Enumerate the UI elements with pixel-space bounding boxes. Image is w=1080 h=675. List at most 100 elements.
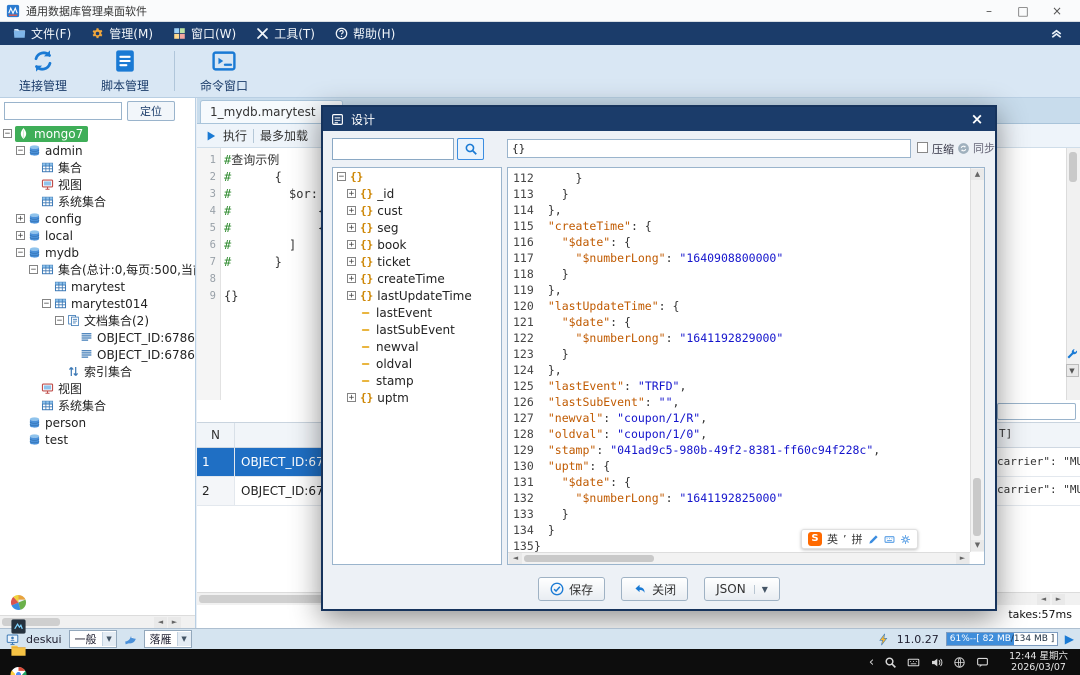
- json-editor-panel[interactable]: 112 } 113 } 114 }, 115 "createTime": {116 "…: [507, 167, 985, 565]
- field-node[interactable]: −{}: [333, 168, 501, 185]
- tree-node[interactable]: − admin: [0, 142, 195, 159]
- tray-volume-icon[interactable]: [930, 656, 943, 669]
- field-node[interactable]: lastEvent: [333, 304, 501, 321]
- scrollbar-thumb[interactable]: [1069, 152, 1077, 182]
- tray-network-icon[interactable]: [953, 656, 966, 669]
- json-editor-content[interactable]: 112 } 113 } 114 }, 115 "createTime": {116 "…: [508, 170, 970, 552]
- json-vertical-scrollbar[interactable]: [970, 168, 984, 552]
- tray-expand-icon[interactable]: [869, 655, 874, 670]
- ime-toolbar[interactable]: S 英 ’ 拼: [801, 529, 918, 549]
- result-filter-input[interactable]: [997, 403, 1076, 420]
- dialog-title-bar[interactable]: 设计 ×: [323, 107, 995, 131]
- collapse-ribbon-icon[interactable]: [1049, 26, 1064, 41]
- scroll-down-button[interactable]: [971, 540, 984, 551]
- ime-pinyin-indicator[interactable]: 拼: [852, 531, 863, 547]
- expand-icon[interactable]: +: [347, 291, 356, 301]
- save-button[interactable]: 保存: [538, 577, 606, 601]
- tree-node[interactable]: − mongo7: [0, 125, 195, 142]
- tree-collapse-icon[interactable]: −: [55, 316, 64, 326]
- expand-icon[interactable]: +: [347, 257, 356, 267]
- collapse-icon[interactable]: −: [337, 172, 346, 182]
- execute-button[interactable]: 执行: [223, 127, 247, 144]
- tree-expand-icon[interactable]: +: [16, 214, 25, 224]
- tree-node[interactable]: − marytest014: [0, 295, 195, 312]
- taskbar-clock[interactable]: 12:44 星期六 2026/03/07: [999, 651, 1076, 673]
- field-node[interactable]: + {} uptm: [333, 389, 501, 406]
- tree-node[interactable]: 系统集合: [0, 193, 195, 210]
- json-horizontal-scrollbar[interactable]: [508, 552, 970, 564]
- tray-search-icon[interactable]: [884, 656, 897, 669]
- scroll-left-button[interactable]: [1037, 594, 1050, 605]
- expand-icon[interactable]: +: [347, 393, 356, 403]
- column-header-n[interactable]: N: [197, 423, 235, 447]
- tree-node[interactable]: − 文档集合(2): [0, 312, 195, 329]
- taskbar-icon-chrome[interactable]: [5, 662, 31, 675]
- field-node[interactable]: + {} book: [333, 236, 501, 253]
- keyboard-icon[interactable]: [884, 534, 895, 545]
- toolbar-button-3[interactable]: 命令窗口: [191, 48, 257, 94]
- tree-node[interactable]: 视图: [0, 380, 195, 397]
- maximize-button[interactable]: □: [1016, 4, 1030, 18]
- scroll-right-button[interactable]: [168, 617, 181, 628]
- tree-node[interactable]: 系统集合: [0, 397, 195, 414]
- wrench-icon[interactable]: [1066, 348, 1078, 360]
- tree-node[interactable]: 集合: [0, 159, 195, 176]
- menu-item-folder[interactable]: 文件(F): [4, 23, 80, 44]
- tree-node[interactable]: OBJECT_ID:67862310: [0, 346, 195, 363]
- field-node[interactable]: oldval: [333, 355, 501, 372]
- tree-collapse-icon[interactable]: −: [16, 146, 25, 156]
- tree-collapse-icon[interactable]: −: [3, 129, 12, 139]
- json-path-field[interactable]: {}: [507, 139, 911, 158]
- menu-item-window[interactable]: 窗口(W): [164, 23, 245, 44]
- sidebar-search-input[interactable]: [4, 102, 122, 120]
- dialog-close-button[interactable]: ×: [967, 110, 987, 128]
- field-node[interactable]: + {} createTime: [333, 270, 501, 287]
- tree-node[interactable]: person: [0, 414, 195, 431]
- tray-notification-icon[interactable]: [976, 656, 989, 669]
- pen-icon[interactable]: [868, 534, 879, 545]
- menu-item-help[interactable]: 帮助(H): [326, 23, 404, 44]
- minimize-button[interactable]: –: [982, 4, 996, 18]
- more-dropdown-button[interactable]: [1065, 364, 1079, 377]
- expand-icon[interactable]: +: [347, 240, 356, 250]
- chevron-down-icon[interactable]: [101, 632, 116, 646]
- tree-collapse-icon[interactable]: −: [16, 248, 25, 258]
- expand-icon[interactable]: +: [347, 206, 356, 216]
- field-node[interactable]: newval: [333, 338, 501, 355]
- format-dropdown[interactable]: JSON: [704, 577, 780, 601]
- expand-icon[interactable]: +: [347, 223, 356, 233]
- ime-english-indicator[interactable]: 英: [827, 531, 838, 547]
- field-node[interactable]: + {} cust: [333, 202, 501, 219]
- menu-item-gear[interactable]: 管理(M): [82, 23, 162, 44]
- tree-expand-icon[interactable]: +: [16, 231, 25, 241]
- taskbar-icon-start[interactable]: [5, 590, 31, 614]
- field-node[interactable]: + {} lastUpdateTime: [333, 287, 501, 304]
- field-node[interactable]: + {} ticket: [333, 253, 501, 270]
- toolbar-button-1[interactable]: 连接管理: [10, 48, 76, 94]
- compress-checkbox[interactable]: [917, 142, 928, 153]
- tree-node[interactable]: + config: [0, 210, 195, 227]
- locate-button[interactable]: 定位: [127, 101, 175, 121]
- chevron-down-icon[interactable]: [753, 584, 768, 594]
- run-status-icon[interactable]: ▶: [1065, 632, 1074, 646]
- scrollbar-thumb[interactable]: [973, 478, 981, 536]
- tree-node[interactable]: + local: [0, 227, 195, 244]
- tree-collapse-icon[interactable]: −: [42, 299, 51, 309]
- field-node[interactable]: lastSubEvent: [333, 321, 501, 338]
- tree-node[interactable]: − mydb: [0, 244, 195, 261]
- close-dialog-button[interactable]: 关闭: [621, 577, 689, 601]
- taskbar-icon-darkapp[interactable]: [5, 614, 31, 638]
- expand-icon[interactable]: +: [347, 189, 356, 199]
- menu-item-tools[interactable]: 工具(T): [247, 23, 324, 44]
- field-search-input[interactable]: [332, 138, 454, 160]
- tree-node[interactable]: 视图: [0, 176, 195, 193]
- scroll-left-button[interactable]: [509, 553, 522, 564]
- field-node[interactable]: + {} _id: [333, 185, 501, 202]
- mode-combobox[interactable]: 一般: [68, 630, 117, 648]
- tree-node[interactable]: 索引集合: [0, 363, 195, 380]
- scroll-right-button[interactable]: [1052, 594, 1065, 605]
- taskbar-icon-foldery[interactable]: [5, 638, 31, 662]
- tree-node[interactable]: test: [0, 431, 195, 448]
- scroll-right-button[interactable]: [956, 553, 969, 564]
- sync-button[interactable]: 同步: [957, 140, 995, 156]
